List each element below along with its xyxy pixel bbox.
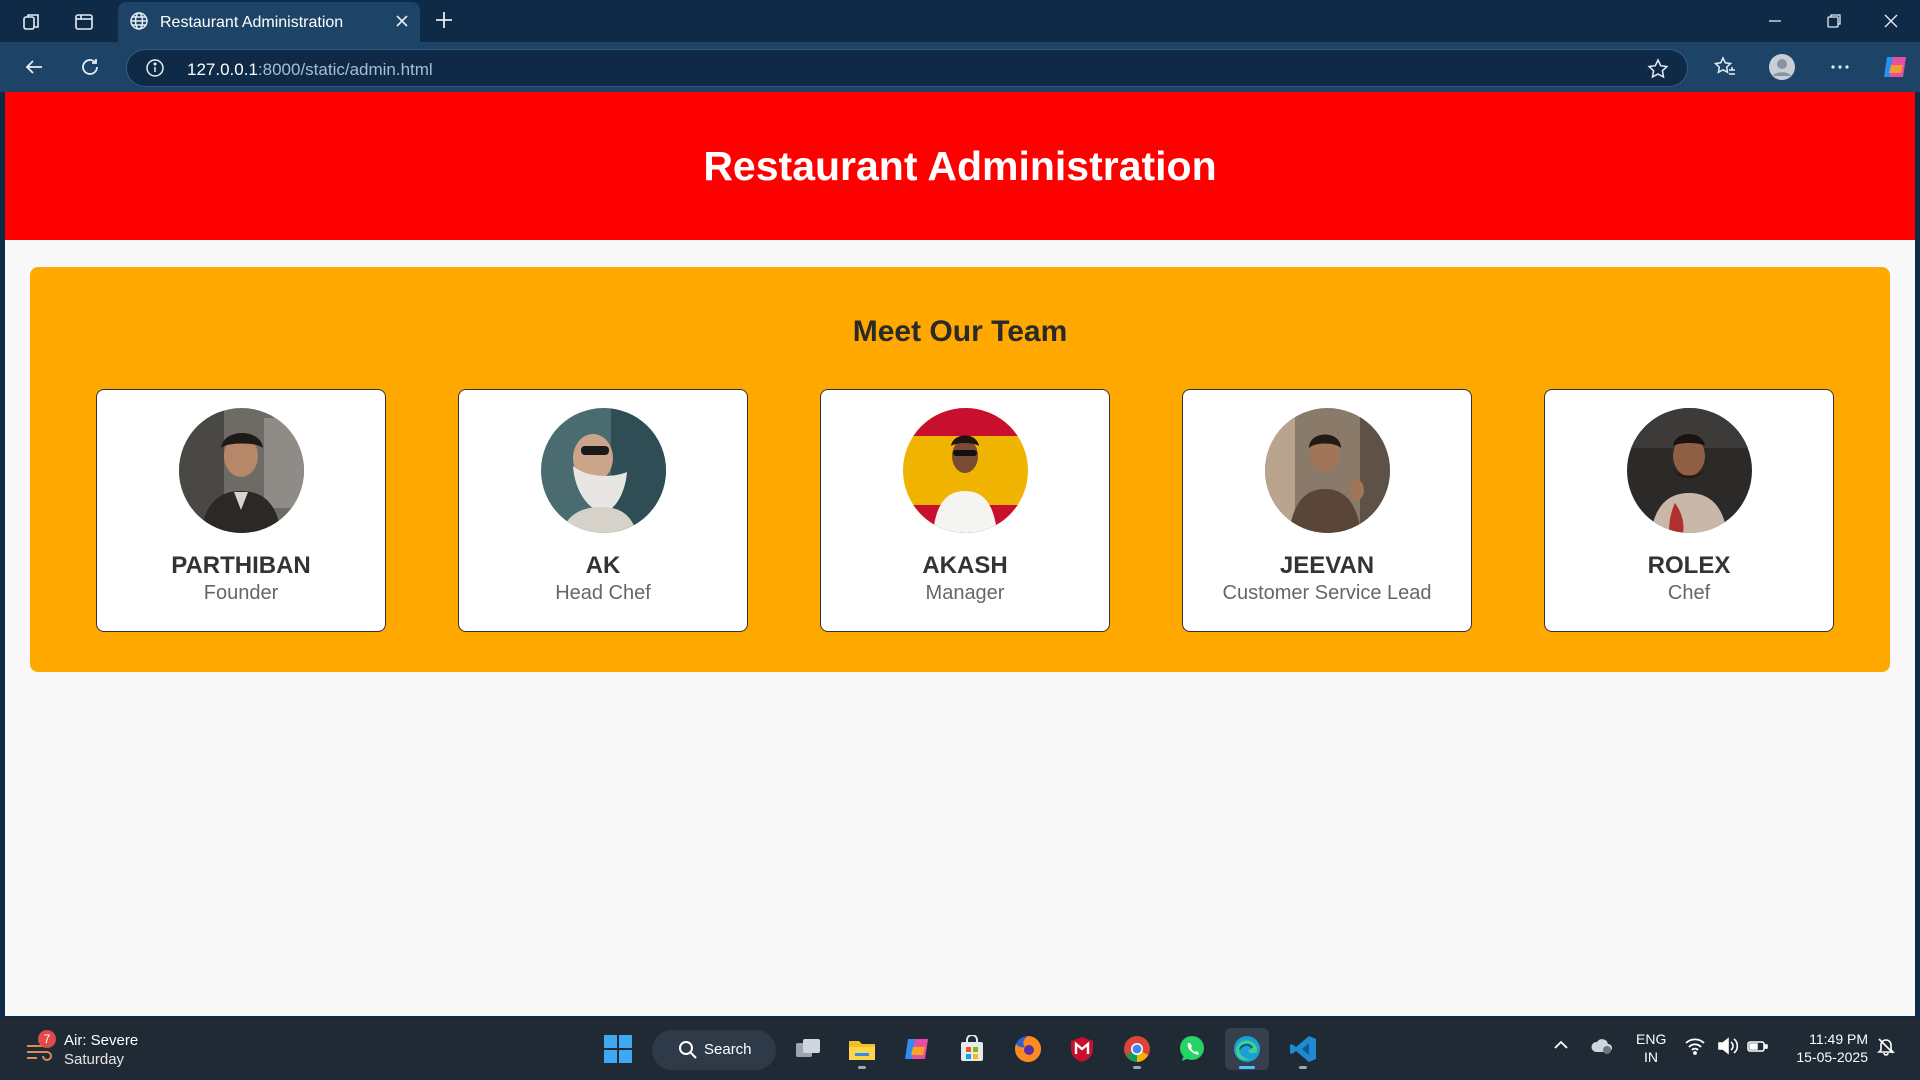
language-code: ENG <box>1636 1031 1667 1047</box>
file-explorer-icon[interactable] <box>840 1028 884 1070</box>
notification-bell-icon[interactable] <box>1876 1036 1896 1056</box>
new-tab-button[interactable] <box>432 8 456 37</box>
team-member-name: AK <box>585 552 621 579</box>
search-label: Search <box>704 1041 752 1058</box>
tab-restaurant-admin[interactable]: Restaurant Administration <box>118 2 420 42</box>
region-code: IN <box>1644 1049 1658 1065</box>
site-info-icon[interactable] <box>145 58 165 83</box>
running-indicator <box>858 1066 866 1069</box>
team-section-title: Meet Our Team <box>852 315 1068 348</box>
running-indicator <box>1133 1066 1141 1069</box>
system-clock[interactable]: 11:49 PM 15-05-2025 <box>1778 1030 1868 1066</box>
tab-title: Restaurant Administration <box>160 14 344 31</box>
close-window-button[interactable] <box>1877 8 1905 34</box>
clock-time: 11:49 PM <box>1809 1031 1868 1047</box>
running-indicator <box>1239 1066 1255 1069</box>
page-title: Restaurant Administration <box>703 142 1217 189</box>
team-card: AK Head Chef <box>458 389 748 632</box>
copilot-app-icon[interactable] <box>895 1028 939 1070</box>
team-card: AKASH Manager <box>820 389 1110 632</box>
team-member-photo <box>903 408 1028 533</box>
team-member-photo <box>1627 408 1752 533</box>
clock-date: 15-05-2025 <box>1796 1049 1868 1065</box>
chevron-up-icon[interactable] <box>1552 1036 1570 1054</box>
team-member-name: AKASH <box>922 552 1008 579</box>
close-tab-icon[interactable] <box>392 11 412 36</box>
team-member-role: Chef <box>1667 582 1711 604</box>
weather-widget[interactable]: 7 Air: Severe Saturday <box>24 1030 224 1072</box>
team-card: PARTHIBAN Founder <box>96 389 386 632</box>
task-view-icon[interactable] <box>786 1028 830 1070</box>
whatsapp-icon[interactable] <box>1170 1028 1214 1070</box>
profile-avatar[interactable] <box>1767 52 1797 82</box>
onedrive-icon[interactable] <box>1590 1036 1614 1056</box>
team-member-role: Manager <box>925 582 1005 604</box>
running-indicator <box>1299 1066 1307 1069</box>
team-member-role: Customer Service Lead <box>1222 582 1432 604</box>
minimize-button[interactable] <box>1761 8 1789 34</box>
team-member-name: JEEVAN <box>1279 552 1375 579</box>
firefox-icon[interactable] <box>1006 1028 1050 1070</box>
favorite-star-icon[interactable] <box>1647 58 1669 85</box>
battery-icon[interactable] <box>1746 1036 1768 1056</box>
globe-icon <box>128 10 150 37</box>
team-member-role: Head Chef <box>555 582 651 604</box>
refresh-button[interactable] <box>75 52 105 82</box>
start-button[interactable] <box>596 1028 640 1070</box>
team-member-photo <box>1265 408 1390 533</box>
url-path: :8000/static/admin.html <box>257 60 433 79</box>
browser-toolbar: 127.0.0.1:8000/static/admin.html <box>0 42 1920 92</box>
copilot-icon[interactable] <box>1880 52 1910 82</box>
address-bar[interactable]: 127.0.0.1:8000/static/admin.html <box>126 49 1688 87</box>
team-card: ROLEX Chef <box>1544 389 1834 632</box>
chrome-icon[interactable] <box>1115 1028 1159 1070</box>
page-viewport: Restaurant Administration Meet Our Team … <box>5 92 1915 1016</box>
language-indicator[interactable]: ENG IN <box>1636 1030 1666 1066</box>
team-member-name: PARTHIBAN <box>171 552 311 579</box>
team-member-role: Founder <box>203 582 279 604</box>
favorites-icon[interactable] <box>1710 52 1740 82</box>
taskbar-search[interactable]: Search <box>652 1030 776 1070</box>
back-button[interactable] <box>19 52 49 82</box>
team-member-photo <box>541 408 666 533</box>
more-options-icon[interactable] <box>1825 52 1855 82</box>
store-icon[interactable] <box>950 1028 994 1070</box>
url-host: 127.0.0.1 <box>187 60 258 79</box>
vscode-icon[interactable] <box>1281 1028 1325 1070</box>
edge-icon[interactable] <box>1225 1028 1269 1070</box>
url-text: 127.0.0.1:8000/static/admin.html <box>187 60 433 80</box>
page-header: Restaurant Administration <box>5 92 1915 240</box>
team-member-photo <box>179 408 304 533</box>
volume-icon[interactable] <box>1716 1036 1738 1056</box>
browser-titlebar: Restaurant Administration <box>0 0 1920 42</box>
restore-button[interactable] <box>1820 8 1848 34</box>
taskbar: 7 Air: Severe Saturday Search ENG IN 11:… <box>0 1018 1920 1080</box>
team-member-name: ROLEX <box>1647 552 1731 579</box>
weather-day: Saturday <box>64 1051 125 1068</box>
wifi-icon[interactable] <box>1684 1036 1706 1056</box>
team-section: Meet Our Team PARTHIBAN Founder AK Head … <box>30 267 1890 672</box>
workspaces-icon[interactable] <box>19 9 45 35</box>
tab-actions-icon[interactable] <box>71 9 97 35</box>
mcafee-icon[interactable] <box>1060 1028 1104 1070</box>
team-card: JEEVAN Customer Service Lead <box>1182 389 1472 632</box>
search-icon <box>678 1040 698 1065</box>
weather-label: Air: Severe <box>64 1032 139 1049</box>
weather-badge: 7 <box>38 1030 56 1048</box>
